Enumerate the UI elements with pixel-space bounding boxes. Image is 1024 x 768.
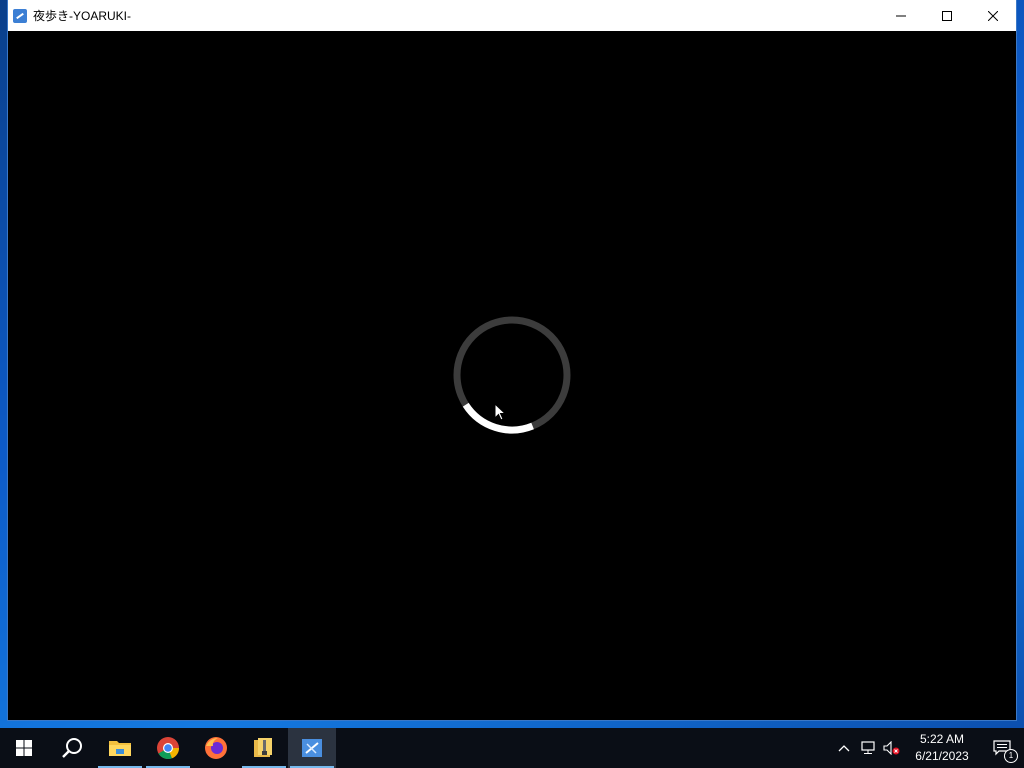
taskbar-file-explorer[interactable]: [96, 728, 144, 768]
mouse-cursor-icon: [494, 403, 506, 421]
notification-count-badge: 1: [1004, 749, 1018, 763]
app-icon: [13, 8, 27, 23]
taskbar-firefox[interactable]: [192, 728, 240, 768]
close-button[interactable]: [970, 0, 1016, 31]
clock-date: 6/21/2023: [915, 749, 969, 763]
clock-time: 5:22 AM: [919, 732, 965, 746]
taskbar-archive[interactable]: [240, 728, 288, 768]
app-icon: [302, 739, 322, 757]
folder-icon: [109, 741, 131, 756]
title-bar[interactable]: 夜歩き-YOARUKI-: [8, 0, 1016, 31]
taskbar: 5:22 AM 6/21/2023 1: [0, 728, 1024, 768]
firefox-icon: [205, 737, 227, 759]
show-hidden-icons-button[interactable]: [832, 728, 856, 768]
clock[interactable]: 5:22 AM 6/21/2023: [904, 731, 980, 765]
search-icon: [62, 738, 82, 758]
app-window: 夜歩き-YOARUKI-: [8, 0, 1016, 720]
close-icon: [988, 10, 998, 21]
windows-logo-icon: [16, 740, 32, 756]
game-viewport[interactable]: [8, 31, 1016, 720]
search-button[interactable]: [48, 728, 96, 768]
maximize-button[interactable]: [924, 0, 970, 31]
window-title: 夜歩き-YOARUKI-: [33, 9, 132, 23]
loading-spinner: [453, 316, 571, 434]
chrome-icon: [157, 737, 180, 760]
spinner-arc: [453, 316, 571, 434]
system-tray: 5:22 AM 6/21/2023 1: [832, 728, 1024, 768]
taskbar-yoaruki[interactable]: [288, 728, 336, 768]
volume-muted-icon: [883, 741, 900, 755]
network-button[interactable]: [856, 728, 880, 768]
desktop-icon-edge: [3, 258, 7, 268]
start-button[interactable]: [0, 728, 48, 768]
archive-icon: [254, 738, 272, 757]
taskbar-chrome[interactable]: [144, 728, 192, 768]
minimize-icon: [896, 15, 906, 16]
action-center-button[interactable]: 1: [980, 728, 1024, 768]
minimize-button[interactable]: [878, 0, 924, 31]
network-icon: [861, 741, 875, 754]
maximize-icon: [942, 10, 952, 21]
chevron-up-icon: [838, 745, 850, 752]
volume-button[interactable]: [880, 728, 904, 768]
